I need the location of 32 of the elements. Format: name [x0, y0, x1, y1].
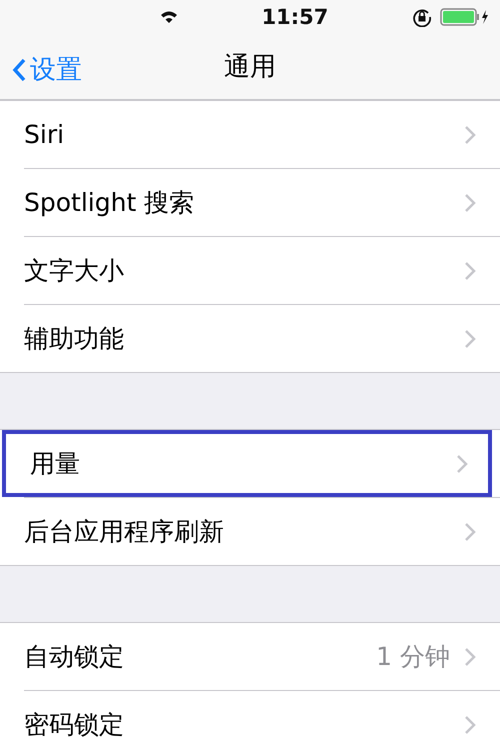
- row-label: 辅助功能: [24, 323, 125, 355]
- row-label: 文字大小: [24, 255, 125, 287]
- chevron-icon: [464, 522, 476, 542]
- wifi-icon: [160, 10, 178, 24]
- settings-row[interactable]: 辅助功能: [0, 305, 500, 372]
- nav-title: 通用: [224, 51, 276, 84]
- row-label: 用量: [30, 448, 81, 480]
- rotation-lock-icon: [412, 7, 432, 27]
- back-chevron-icon: [12, 58, 26, 82]
- battery-icon: [440, 8, 490, 26]
- row-label: Siri: [24, 120, 66, 149]
- row-label: 密码锁定: [24, 709, 125, 741]
- row-label: 后台应用程序刷新: [24, 516, 225, 548]
- row-value: 1 分钟: [376, 641, 450, 673]
- row-label: 自动锁定: [24, 641, 125, 673]
- chevron-icon: [464, 124, 476, 144]
- chevron-icon: [464, 192, 476, 212]
- chevron-icon: [464, 646, 476, 666]
- settings-row[interactable]: 文字大小: [0, 237, 500, 304]
- settings-row[interactable]: 用量: [2, 430, 492, 497]
- chevron-icon: [464, 714, 476, 734]
- status-time: 11:57: [262, 5, 328, 29]
- back-button[interactable]: 设置: [8, 48, 86, 91]
- settings-row[interactable]: Siri: [0, 101, 500, 168]
- settings-row[interactable]: 后台应用程序刷新: [0, 498, 500, 565]
- chevron-icon: [464, 328, 476, 348]
- chevron-icon: [456, 454, 468, 474]
- chevron-icon: [464, 260, 476, 280]
- settings-row[interactable]: 自动锁定 1 分钟: [0, 623, 500, 690]
- settings-row[interactable]: Spotlight 搜索: [0, 169, 500, 236]
- settings-row[interactable]: 密码锁定: [0, 691, 500, 750]
- row-label: Spotlight 搜索: [24, 187, 196, 219]
